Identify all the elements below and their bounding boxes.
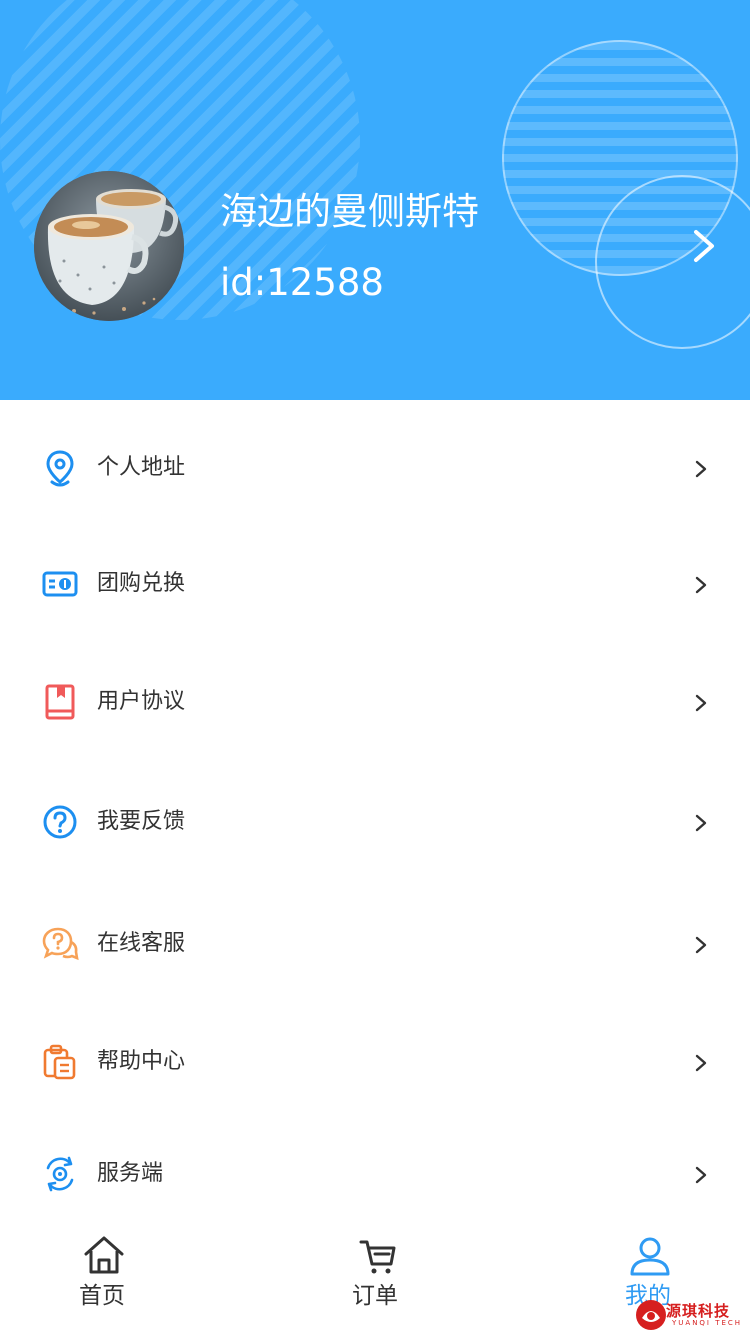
- menu-item-online-service[interactable]: 在线客服: [0, 906, 750, 986]
- menu-label: 团购兑换: [97, 571, 186, 596]
- menu-item-help-center[interactable]: 帮助中心: [0, 1024, 750, 1104]
- tab-home[interactable]: 首页: [32, 1222, 172, 1334]
- menu-label: 个人地址: [97, 455, 186, 480]
- menu-label: 我要反馈: [97, 809, 186, 834]
- menu-label: 在线客服: [97, 931, 186, 956]
- chevron-right-icon: [695, 576, 707, 594]
- menu-label: 用户协议: [97, 689, 186, 714]
- menu-item-address[interactable]: 个人地址: [0, 430, 750, 510]
- clipboard-icon: [43, 1044, 76, 1080]
- chevron-right-icon: [695, 814, 707, 832]
- menu-label: 帮助中心: [97, 1049, 186, 1074]
- cart-icon: [359, 1240, 396, 1274]
- menu-label: 服务端: [97, 1161, 164, 1186]
- watermark-text: 源琪科技: [666, 1302, 731, 1320]
- question-circle-icon: [43, 805, 77, 839]
- chat-question-icon: [42, 927, 79, 961]
- chevron-right-icon: [695, 936, 707, 954]
- rotate-gear-icon: [46, 1156, 74, 1192]
- profile-header[interactable]: 海边的曼侧斯特 id:12588: [0, 0, 750, 400]
- user-icon: [630, 1237, 670, 1276]
- chevron-right-icon: [695, 694, 707, 712]
- book-bookmark-icon: [45, 684, 75, 720]
- tab-label: 首页: [79, 1283, 125, 1309]
- menu-item-service-end[interactable]: 服务端: [0, 1136, 750, 1216]
- chevron-right-icon: [695, 1054, 707, 1072]
- avatar[interactable]: [34, 171, 184, 321]
- decor-ring: [595, 175, 750, 349]
- watermark-logo: 源琪科技 YUANQI TECH: [632, 1296, 750, 1334]
- tab-label: 订单: [352, 1283, 398, 1309]
- home-icon: [84, 1236, 124, 1274]
- logo-mark-icon: [636, 1300, 666, 1330]
- menu-item-user-agreement[interactable]: 用户协议: [0, 664, 750, 744]
- chevron-right-icon[interactable]: [684, 224, 724, 268]
- menu-item-group-redeem[interactable]: 团购兑换: [0, 546, 750, 626]
- user-id: id:12588: [220, 261, 384, 304]
- username: 海边的曼侧斯特: [220, 190, 479, 233]
- coupon-card-icon: [42, 571, 78, 597]
- location-pin-icon: [46, 450, 74, 487]
- tab-orders[interactable]: 订单: [305, 1222, 445, 1334]
- chevron-right-icon: [695, 460, 707, 478]
- watermark-subtext: YUANQI TECH: [672, 1319, 743, 1327]
- menu-item-feedback[interactable]: 我要反馈: [0, 784, 750, 864]
- chevron-right-icon: [695, 1166, 707, 1184]
